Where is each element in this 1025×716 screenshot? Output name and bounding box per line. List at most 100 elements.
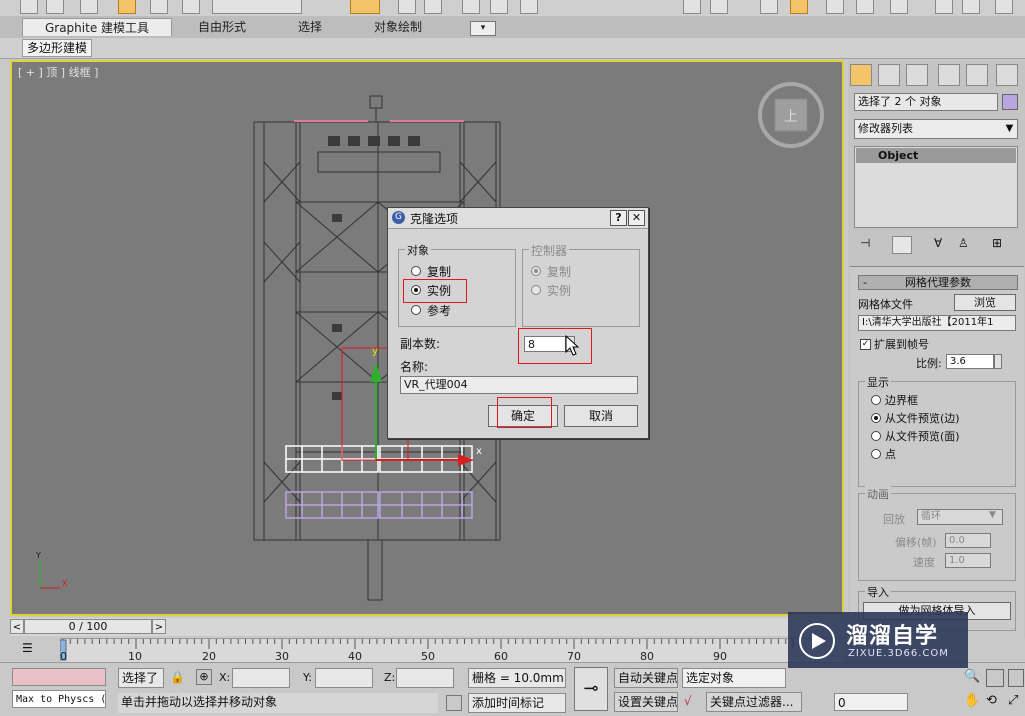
rotate-icon[interactable] — [150, 0, 168, 14]
key-filters-button[interactable]: 关键点过滤器... — [706, 692, 802, 712]
tab-polygon-modeling[interactable]: 多边形建模 — [22, 39, 93, 57]
auto-key-button[interactable]: 自动关键点 — [614, 668, 678, 688]
mini-curve-editor-icon[interactable]: ☰ — [22, 641, 42, 659]
x-coordinate-field[interactable] — [232, 668, 290, 688]
select-region-icon[interactable] — [46, 0, 64, 14]
copy-radio[interactable] — [411, 266, 421, 276]
time-tag-icon[interactable] — [446, 695, 462, 711]
y-coordinate-field[interactable] — [315, 668, 373, 688]
z-coordinate-field[interactable] — [396, 668, 454, 688]
cancel-button[interactable]: 取消 — [564, 405, 638, 427]
tab-freeform[interactable]: 自由形式 — [198, 18, 246, 36]
modify-tab-icon[interactable] — [878, 64, 900, 86]
reference-radio[interactable] — [411, 305, 421, 315]
snap-toggle-icon[interactable] — [350, 0, 380, 14]
bounding-box-radio[interactable] — [871, 395, 881, 405]
expand-to-frames-label[interactable]: 扩展到帧号 — [874, 336, 929, 352]
point-label[interactable]: 点 — [885, 446, 896, 462]
mirror-icon[interactable] — [398, 0, 416, 14]
frame-display[interactable]: 0 / 100 — [24, 619, 152, 634]
rollout-collapse-icon: - — [863, 276, 867, 289]
pan-hand-icon[interactable]: ✋ — [964, 693, 982, 711]
extra-tool-2-icon[interactable] — [962, 0, 980, 14]
time-slider[interactable]: < 0 / 100 > — [10, 618, 844, 636]
render-frame-icon[interactable] — [826, 0, 844, 14]
bounding-box-label[interactable]: 边界框 — [885, 392, 918, 408]
extra-tool-icon[interactable] — [935, 0, 953, 14]
reference-label[interactable]: 参考 — [427, 302, 451, 319]
expand-to-frames-checkbox[interactable]: ✓ — [860, 339, 871, 350]
preview-faces-radio[interactable] — [871, 431, 881, 441]
ribbon-options-dropdown[interactable]: ▾ — [470, 21, 496, 36]
named-selection-icon[interactable] — [462, 0, 480, 14]
reference-coord-dropdown[interactable] — [212, 0, 302, 14]
maxscript-listener-red[interactable] — [12, 668, 106, 686]
modifier-list-dropdown[interactable]: 修改器列表 — [854, 119, 1018, 139]
render-setup-icon[interactable] — [790, 0, 808, 14]
scale-spinner-arrows[interactable] — [994, 354, 1002, 369]
schematic-view-icon[interactable] — [710, 0, 728, 14]
render-icon[interactable] — [856, 0, 874, 14]
show-end-result-icon[interactable] — [892, 236, 912, 254]
tab-graphite[interactable]: Graphite 建模工具 — [22, 18, 172, 36]
configure-sets-icon[interactable]: ⊞ — [992, 236, 1010, 254]
lock-selection-icon[interactable]: 🔒 — [170, 670, 185, 684]
object-color-swatch[interactable] — [1002, 94, 1018, 110]
mesh-file-path-field[interactable]: I:\清华大学出版社【2011年1 — [858, 315, 1016, 331]
render-production-icon[interactable] — [890, 0, 908, 14]
material-editor-icon[interactable] — [760, 0, 778, 14]
help-button[interactable]: ? — [610, 210, 627, 226]
orbit-icon[interactable]: ⟲ — [986, 693, 1004, 711]
name-input[interactable]: VR_代理004 — [400, 376, 638, 394]
prev-frame-button[interactable]: < — [10, 619, 24, 634]
preview-faces-label[interactable]: 从文件预览(面) — [885, 428, 960, 444]
hierarchy-tab-icon[interactable] — [906, 64, 928, 86]
point-radio[interactable] — [871, 449, 881, 459]
select-move-icon[interactable] — [118, 0, 136, 14]
browse-button[interactable]: 浏览 — [954, 294, 1016, 311]
utilities-tab-icon[interactable] — [996, 64, 1018, 86]
selection-count-field: 选择了 — [118, 668, 164, 688]
extra-tool-3-icon[interactable] — [995, 0, 1013, 14]
copy-label[interactable]: 复制 — [427, 263, 451, 280]
proxy-params-rollout-header[interactable]: - 网格代理参数 — [858, 275, 1018, 290]
pin-stack-icon[interactable]: ⊣ — [860, 236, 878, 254]
scale-spinner[interactable]: 3.6 — [946, 354, 994, 369]
tab-object-paint[interactable]: 对象绘制 — [374, 18, 422, 36]
maximize-viewport-icon[interactable]: ⤢ — [1008, 693, 1024, 711]
next-frame-button[interactable]: > — [152, 619, 166, 634]
absolute-mode-icon[interactable]: ⊕ — [196, 669, 212, 685]
chevron-down-icon[interactable]: ▼ — [1002, 120, 1017, 138]
display-tab-icon[interactable] — [966, 64, 988, 86]
create-tab-icon[interactable] — [850, 64, 872, 86]
motion-tab-icon[interactable] — [938, 64, 960, 86]
tab-selection[interactable]: 选择 — [298, 18, 322, 36]
current-frame-field[interactable]: 0 — [834, 693, 908, 711]
dialog-titlebar[interactable]: G 克隆选项 ? ✕ — [388, 208, 648, 229]
set-key-icon[interactable]: ⊸ — [574, 667, 608, 711]
layer-icon[interactable] — [490, 0, 508, 14]
selection-name-field[interactable]: 选择了 2 个 对象 — [854, 93, 998, 111]
key-selection-dropdown[interactable]: 选定对象 — [682, 668, 786, 688]
make-unique-icon[interactable]: ∀ — [934, 236, 952, 254]
key-mode-icon[interactable]: √ — [684, 694, 702, 710]
curve-editor-icon[interactable] — [683, 0, 701, 14]
preview-edges-label[interactable]: 从文件预览(边) — [885, 410, 960, 426]
zoom-all-icon[interactable] — [1008, 669, 1024, 687]
select-object-icon[interactable] — [20, 0, 38, 14]
add-time-tag-field[interactable]: 添加时间标记 — [468, 693, 566, 713]
align-icon[interactable] — [424, 0, 442, 14]
remove-modifier-icon[interactable]: ♙ — [958, 236, 976, 254]
zoom-icon[interactable]: 🔍 — [964, 669, 982, 687]
track-bar[interactable]: 0 10 20 30 40 50 60 70 80 90 — [60, 638, 845, 663]
maxscript-mini-listener[interactable]: Max to Physcs ( — [12, 690, 106, 708]
stack-item-object[interactable]: Object — [856, 148, 1016, 163]
preview-edges-radio[interactable] — [871, 413, 881, 423]
close-button[interactable]: ✕ — [628, 210, 645, 226]
select-by-name-icon[interactable] — [80, 0, 98, 14]
text-icon[interactable] — [520, 0, 538, 14]
scale-icon[interactable] — [182, 0, 200, 14]
object-group: 对象 复制 实例 参考 — [398, 242, 516, 327]
zoom-extents-icon[interactable] — [986, 669, 1004, 687]
set-key-button[interactable]: 设置关键点 — [614, 692, 678, 712]
